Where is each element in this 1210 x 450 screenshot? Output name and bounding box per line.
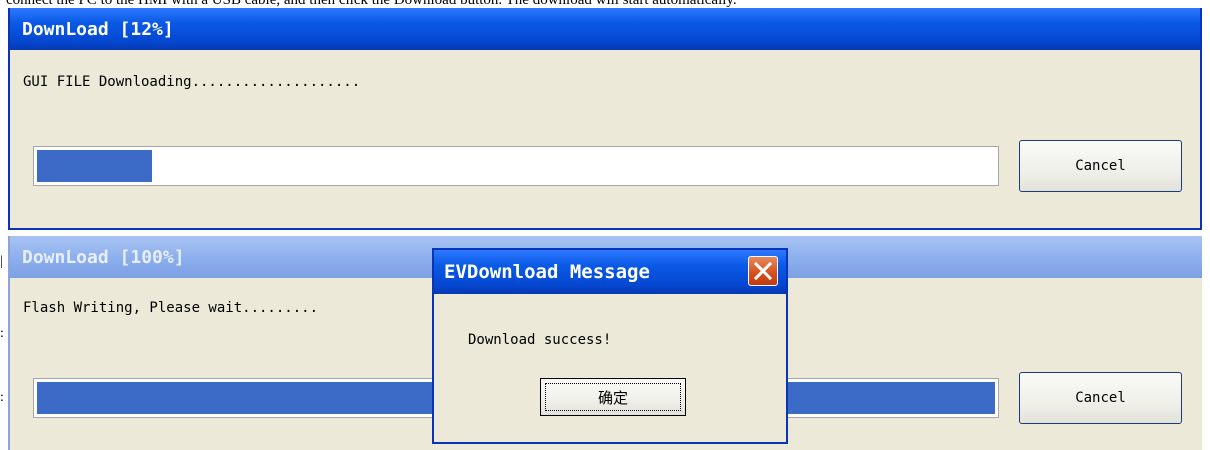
close-button[interactable] — [748, 256, 778, 286]
dialog-title: EVDownload Message — [444, 261, 650, 283]
cancel-button[interactable]: Cancel — [1019, 372, 1182, 424]
edge-mark: : — [0, 390, 4, 405]
progress-fill — [37, 150, 152, 182]
document-text-fragment: connect the PC to the HMI with a USB cab… — [6, 0, 737, 8]
close-icon — [753, 261, 773, 281]
window-titlebar[interactable]: DownLoad [12%] — [10, 8, 1200, 50]
status-message: GUI FILE Downloading.................... — [23, 74, 361, 90]
edge-mark: : — [0, 326, 4, 341]
dialog-titlebar[interactable]: EVDownload Message — [434, 250, 786, 294]
window-title: DownLoad [12%] — [22, 18, 174, 40]
download-window-12: DownLoad [12%] GUI FILE Downloading.....… — [8, 8, 1202, 230]
focus-rectangle — [545, 383, 681, 411]
edge-mark: | — [0, 254, 3, 269]
window-title: DownLoad [100%] — [22, 246, 185, 268]
cancel-button[interactable]: Cancel — [1019, 140, 1182, 192]
message-dialog: EVDownload Message Download success! 确定 — [432, 248, 788, 444]
dialog-message: Download success! — [468, 332, 612, 348]
status-message: Flash Writing, Please wait......... — [23, 300, 319, 316]
ok-button[interactable]: 确定 — [540, 378, 686, 416]
progress-bar — [33, 146, 999, 186]
